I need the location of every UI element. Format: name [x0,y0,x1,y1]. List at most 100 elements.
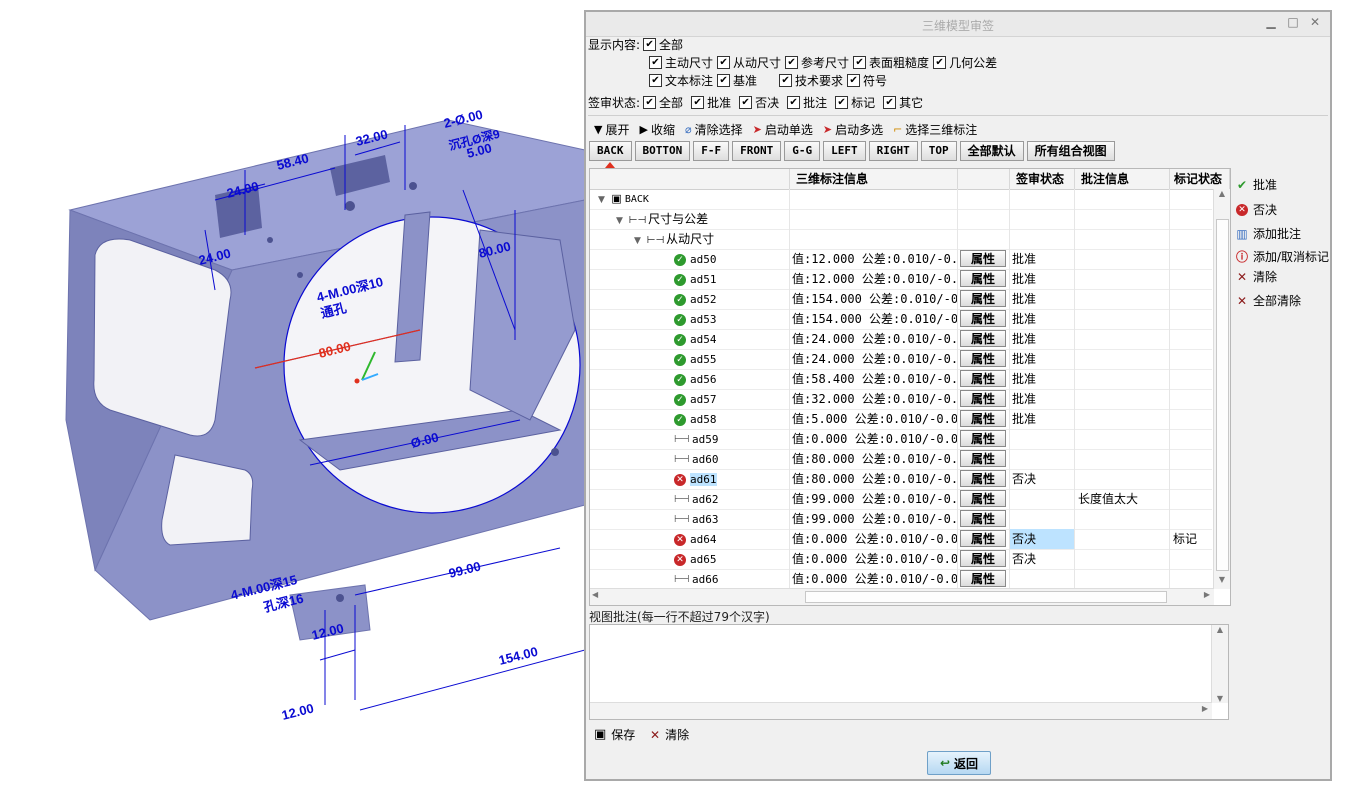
expand-button[interactable]: ▼ 展开 [594,121,629,138]
mark-status-cell[interactable] [1170,389,1212,409]
display-gtol-checkbox[interactable]: ✔ 几何公差 [933,54,997,71]
mark-status-cell[interactable] [1170,369,1212,389]
mark-status-cell[interactable] [1170,289,1212,309]
tab-all-default[interactable]: 全部默认 [959,141,1024,161]
mark-status-cell[interactable] [1170,429,1212,449]
table-row[interactable]: ⊢⊣ ad59 值:0.000 公差:0.010/-0.010 属性 [590,429,1212,450]
model-drawing[interactable]: 58.40 32.00 2-Ø.00 沉孔Ø深9 5.00 24.00 24.0… [0,0,586,793]
status-all-checkbox[interactable]: ✔ 全部 [643,94,683,111]
comment-info-cell[interactable] [1075,269,1170,289]
sign-status-cell[interactable]: 批准 [1010,349,1075,369]
mark-status-cell[interactable] [1170,509,1212,529]
display-all-checkbox[interactable]: ✔ 全部 [643,36,683,53]
mark-status-cell[interactable] [1170,329,1212,349]
attributes-button[interactable]: 属性 [960,530,1006,547]
table-row[interactable]: ✓ ad51 值:12.000 公差:0.010/-0.010属性批准 [590,269,1212,290]
clear-button[interactable]: ✕ 清除 [1234,268,1277,285]
reject-button[interactable]: ✕ 否决 [1234,201,1277,218]
attributes-button[interactable]: 属性 [960,270,1006,287]
scroll-up-icon[interactable]: ▲ [1214,189,1230,203]
attributes-button[interactable]: 属性 [960,450,1006,467]
vertical-scrollbar[interactable]: ▲ ▼ [1213,189,1230,589]
scroll-right-icon[interactable]: ▶ [1202,704,1208,713]
attributes-button[interactable]: 属性 [960,410,1006,427]
status-comment-checkbox[interactable]: ✔ 批注 [787,94,827,111]
return-button[interactable]: ↩ 返回 [927,751,991,775]
comment-info-cell[interactable] [1075,529,1170,549]
status-other-checkbox[interactable]: ✔ 其它 [883,94,923,111]
mark-status-cell[interactable] [1170,469,1212,489]
attributes-button[interactable]: 属性 [960,510,1006,527]
comment-info-cell[interactable] [1075,349,1170,369]
toggle-mark-button[interactable]: ⓘ 添加/取消标记 [1234,248,1329,265]
tree-node-group[interactable]: ▼ ⊢⊣ 尺寸与公差 [590,209,1212,230]
tab-g-g[interactable]: G-G [784,141,821,161]
mark-status-cell[interactable] [1170,349,1212,369]
close-icon[interactable]: ✕ [1308,15,1322,29]
comment-info-cell[interactable] [1075,549,1170,569]
scroll-left-icon[interactable]: ◀ [592,590,598,599]
dialog-titlebar[interactable]: 三维模型审签 ▁ □ ✕ [586,12,1330,37]
clear-selection-button[interactable]: ⌀ 清除选择 [685,121,743,138]
sign-status-cell[interactable]: 批准 [1010,289,1075,309]
comment-info-cell[interactable] [1075,389,1170,409]
sign-status-cell[interactable]: 批准 [1010,329,1075,349]
table-row[interactable]: ✓ ad53 值:154.000 公差:0.010/-0...属性批准 [590,309,1212,330]
sign-status-cell[interactable]: 批准 [1010,269,1075,289]
comment-info-cell[interactable] [1075,429,1170,449]
view-note-textarea[interactable]: ▲ ▼ ▶ [589,624,1229,720]
table-row[interactable]: ⊢⊣ad62值:99.000 公差:0.010/-0.010属性长度值太大 [590,489,1212,510]
attributes-button[interactable]: 属性 [960,550,1006,567]
sign-status-cell[interactable]: 批准 [1010,309,1075,329]
comment-info-cell[interactable] [1075,409,1170,429]
scroll-down-icon[interactable]: ▼ [1214,575,1230,589]
table-row[interactable]: ✓ ad50 值:12.000 公差:0.010/-0.010属性批准 [590,249,1212,270]
select-3d-annotation-button[interactable]: ⌐ 选择三维标注 [893,121,977,138]
annotation-tree-grid[interactable]: 三维标注信息 签审状态 批注信息 标记状态 ▼ ▣ BACK ▼ ⊢⊣ 尺寸与公差 … [589,168,1231,606]
add-comment-button[interactable]: ▥ 添加批注 [1234,225,1301,242]
display-roughness-checkbox[interactable]: ✔ 表面粗糙度 [853,54,929,71]
sign-status-cell[interactable] [1010,429,1075,449]
table-row[interactable]: ✓ ad52 值:154.000 公差:0.010/-0...属性批准 [590,289,1212,310]
attributes-button[interactable]: 属性 [960,390,1006,407]
col-annotation-info[interactable]: 三维标注信息 [790,169,958,189]
scroll-thumb-h[interactable] [805,591,1167,603]
display-tech-req-checkbox[interactable]: ✔ 技术要求 [779,72,843,89]
clear-all-button[interactable]: ✕ 全部清除 [1234,292,1301,309]
comment-info-cell[interactable] [1075,329,1170,349]
display-symbol-checkbox[interactable]: ✔ 符号 [847,72,887,89]
model-viewport[interactable]: 58.40 32.00 2-Ø.00 沉孔Ø深9 5.00 24.00 24.0… [0,0,586,793]
sign-status-cell[interactable]: 否决 [1010,549,1075,569]
attributes-button[interactable]: 属性 [960,290,1006,307]
mark-status-cell[interactable] [1170,409,1212,429]
comment-info-cell[interactable]: 长度值太大 [1075,489,1170,509]
mark-status-cell[interactable] [1170,309,1212,329]
sign-status-cell[interactable]: 否决 [1010,529,1075,549]
col-mark-status[interactable]: 标记状态 [1170,169,1230,189]
table-row[interactable]: ✓ ad56 值:58.400 公差:0.010/-0.010属性批准 [590,369,1212,390]
sign-status-cell[interactable]: 否决 [1010,469,1075,489]
scroll-up-icon[interactable]: ▲ [1212,625,1228,634]
note-vscroll[interactable]: ▲ ▼ [1211,625,1228,703]
comment-info-cell[interactable] [1075,449,1170,469]
tab-back[interactable]: BACK [589,141,632,168]
clear-note-button[interactable]: ✕ 清除 [650,726,689,743]
attributes-button[interactable]: 属性 [960,250,1006,267]
comment-info-cell[interactable] [1075,569,1170,589]
comment-info-cell[interactable] [1075,369,1170,389]
dim-12-00-b[interactable]: 12.00 [280,700,315,722]
save-button[interactable]: ▣ 保存 [594,726,635,743]
table-row[interactable]: ✓ ad57 值:32.000 公差:0.010/-0.010属性批准 [590,389,1212,410]
display-text-note-checkbox[interactable]: ✔ 文本标注 [649,72,713,89]
comment-info-cell[interactable] [1075,469,1170,489]
display-driven-dim-checkbox[interactable]: ✔ 从动尺寸 [717,54,781,71]
table-row[interactable]: ⊢⊣ad63值:99.000 公差:0.010/-0.010属性 [590,509,1212,530]
single-select-button[interactable]: ➤ 启动单选 [753,121,813,138]
attributes-button[interactable]: 属性 [960,350,1006,367]
scroll-right-icon[interactable]: ▶ [1204,590,1210,599]
attributes-button[interactable]: 属性 [960,470,1006,487]
tab-front[interactable]: FRONT [732,141,782,161]
mark-status-cell[interactable] [1170,489,1212,509]
attributes-button[interactable]: 属性 [960,310,1006,327]
sign-status-cell[interactable] [1010,569,1075,589]
